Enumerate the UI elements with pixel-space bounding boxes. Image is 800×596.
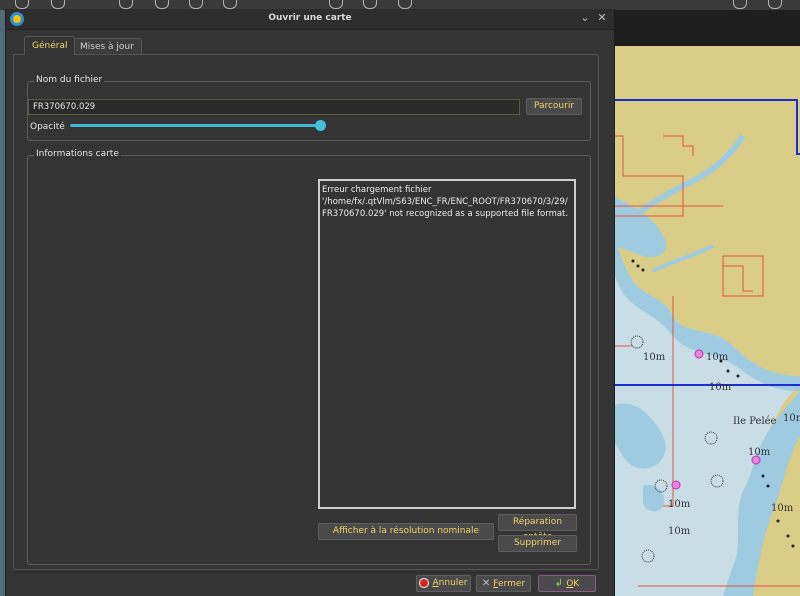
toolbar-tool-icon[interactable] xyxy=(395,0,413,9)
error-message-box[interactable]: Erreur chargement fichier '/home/fx/.qtV… xyxy=(318,179,576,509)
toolbar-tool-icon[interactable] xyxy=(116,0,134,9)
ok-label: K xyxy=(573,579,580,589)
depth-label: 10m xyxy=(748,447,771,458)
nominal-resolution-button[interactable]: Afficher à la résolution nominale xyxy=(318,523,494,540)
dialog-titlebar[interactable]: Ouvrir une carte ⌄ ✕ xyxy=(6,9,614,30)
toolbar-tool-icon[interactable] xyxy=(326,0,344,9)
repair-header-button[interactable]: Réparation entête xyxy=(498,514,577,542)
depth-label: 10m xyxy=(643,352,666,363)
toolbar-tool-icon[interactable] xyxy=(220,0,238,9)
depth-label: 10m xyxy=(668,499,691,510)
depth-label: 10m xyxy=(771,503,794,514)
tab-updates[interactable]: Mises à jour xyxy=(72,38,142,55)
toolbar-tool-icon[interactable] xyxy=(152,0,170,9)
cancel-button[interactable]: Annuler xyxy=(416,575,471,592)
toolbar-tool-icon[interactable] xyxy=(730,0,748,9)
dialog-title: Ouvrir une carte xyxy=(268,13,352,23)
nautical-chart-map[interactable]: 10m 10m 10m 10m 10m 10m 10m 10m Ile Pelé… xyxy=(613,46,800,596)
ok-icon: ↲ xyxy=(554,578,564,589)
footer-separator xyxy=(13,572,597,573)
opacity-slider-handle[interactable] xyxy=(315,120,326,131)
tab-general[interactable]: Général xyxy=(24,36,76,55)
opacity-label: Opacité xyxy=(30,122,65,132)
ok-button[interactable]: ↲ OK xyxy=(538,575,596,592)
island-label: Ile Pelée xyxy=(733,416,777,427)
opacity-slider[interactable] xyxy=(70,124,320,127)
depth-label: 10m xyxy=(709,382,732,393)
close-button[interactable]: ✕ Fermer xyxy=(476,575,531,592)
close-label: ermer xyxy=(497,579,526,589)
depth-label: 10m xyxy=(668,526,691,537)
chart-info-group-title: Informations carte xyxy=(34,149,121,159)
close-icon: ✕ xyxy=(481,578,491,589)
depth-label: 10m xyxy=(783,413,800,424)
toolbar-tool-icon[interactable] xyxy=(765,0,783,9)
toolbar-tool-icon[interactable] xyxy=(186,0,204,9)
toolbar-tool-icon[interactable] xyxy=(12,0,30,9)
depth-label: 10m xyxy=(706,352,729,363)
cancel-label: nnuler xyxy=(438,578,468,588)
minimize-button[interactable]: ⌄ xyxy=(578,11,592,25)
browse-button[interactable]: Parcourir xyxy=(526,98,582,115)
toolbar-tool-icon[interactable] xyxy=(48,0,66,9)
cancel-icon xyxy=(419,577,430,588)
close-window-button[interactable]: ✕ xyxy=(595,11,609,25)
filename-group-title: Nom du fichier xyxy=(34,75,105,85)
delete-button[interactable]: Supprimer xyxy=(498,535,577,552)
toolbar-tool-icon[interactable] xyxy=(360,0,378,9)
filename-field[interactable]: FR370670.029 xyxy=(28,99,520,115)
